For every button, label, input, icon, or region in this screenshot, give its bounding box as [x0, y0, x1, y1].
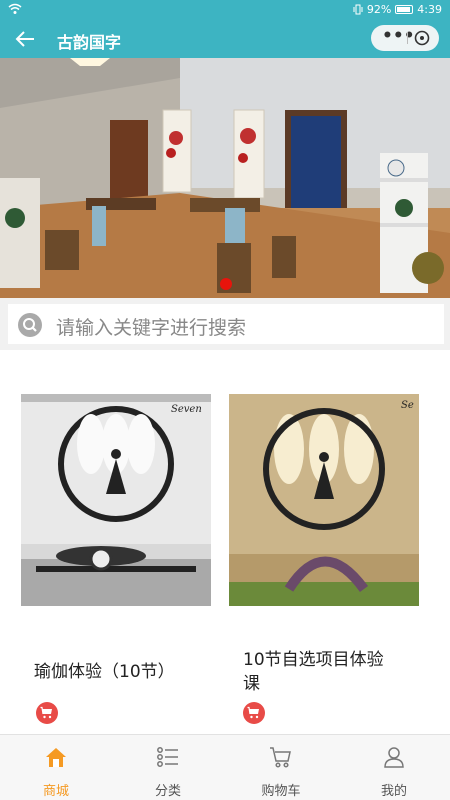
battery-icon: [395, 5, 414, 14]
add-to-cart-button[interactable]: [243, 702, 265, 724]
tab-label: 商城: [42, 784, 69, 799]
wifi-icon: [8, 3, 22, 14]
product-title[interactable]: 10节自选项目体验 课: [243, 648, 384, 696]
back-arrow-icon[interactable]: [12, 25, 40, 53]
capsule-divider: [407, 32, 408, 44]
product-title-line: 10节自选项目体验: [243, 650, 384, 670]
cart-icon: [270, 747, 291, 768]
banner-image: [0, 58, 450, 298]
product-title[interactable]: 瑜伽体验（10节）: [34, 660, 175, 684]
page-title: 古韵国字: [57, 33, 122, 52]
search-placeholder: 请输入关键字进行搜索: [56, 317, 247, 339]
close-icon[interactable]: [414, 30, 430, 46]
battery-percent: 92%: [366, 3, 392, 16]
tab-category[interactable]: 分类: [112, 735, 224, 800]
svg-text:Seven: Seven: [171, 404, 202, 415]
category-list-icon: [157, 747, 178, 767]
status-bar: 92% 4:39: [0, 0, 450, 20]
tab-label: 分类: [154, 784, 181, 799]
product-image[interactable]: Seven: [21, 394, 211, 606]
vibrate-icon: [353, 4, 363, 15]
search-icon: [18, 313, 42, 337]
tab-label: 我的: [380, 784, 407, 799]
cart-icon: [40, 706, 52, 719]
yoga-photo-2: Se: [229, 394, 419, 606]
banner-carousel[interactable]: [0, 58, 450, 298]
user-icon: [384, 747, 404, 768]
product-image[interactable]: Se: [229, 394, 419, 606]
tab-cart[interactable]: 购物车: [225, 735, 337, 800]
carousel-indicator-dot[interactable]: [220, 278, 232, 290]
bottom-tab-bar: 商城 分类 购物车 我的: [0, 734, 450, 800]
search-area: 请输入关键字进行搜索: [0, 298, 450, 350]
mini-program-capsule: •••: [371, 25, 439, 51]
tab-mine[interactable]: 我的: [338, 735, 450, 800]
add-to-cart-button[interactable]: [36, 702, 58, 724]
more-button[interactable]: •••: [382, 26, 415, 46]
product-title-line: 课: [243, 674, 260, 694]
title-bar: 古韵国字 •••: [0, 20, 450, 58]
clock: 4:39: [417, 3, 442, 16]
search-input[interactable]: 请输入关键字进行搜索: [8, 304, 444, 344]
tab-shop[interactable]: 商城: [0, 735, 112, 800]
yoga-photo-1: Seven: [21, 394, 211, 606]
home-icon: [46, 748, 66, 767]
cart-icon: [247, 706, 259, 719]
tab-label: 购物车: [261, 784, 301, 799]
svg-text:Se: Se: [401, 400, 414, 411]
